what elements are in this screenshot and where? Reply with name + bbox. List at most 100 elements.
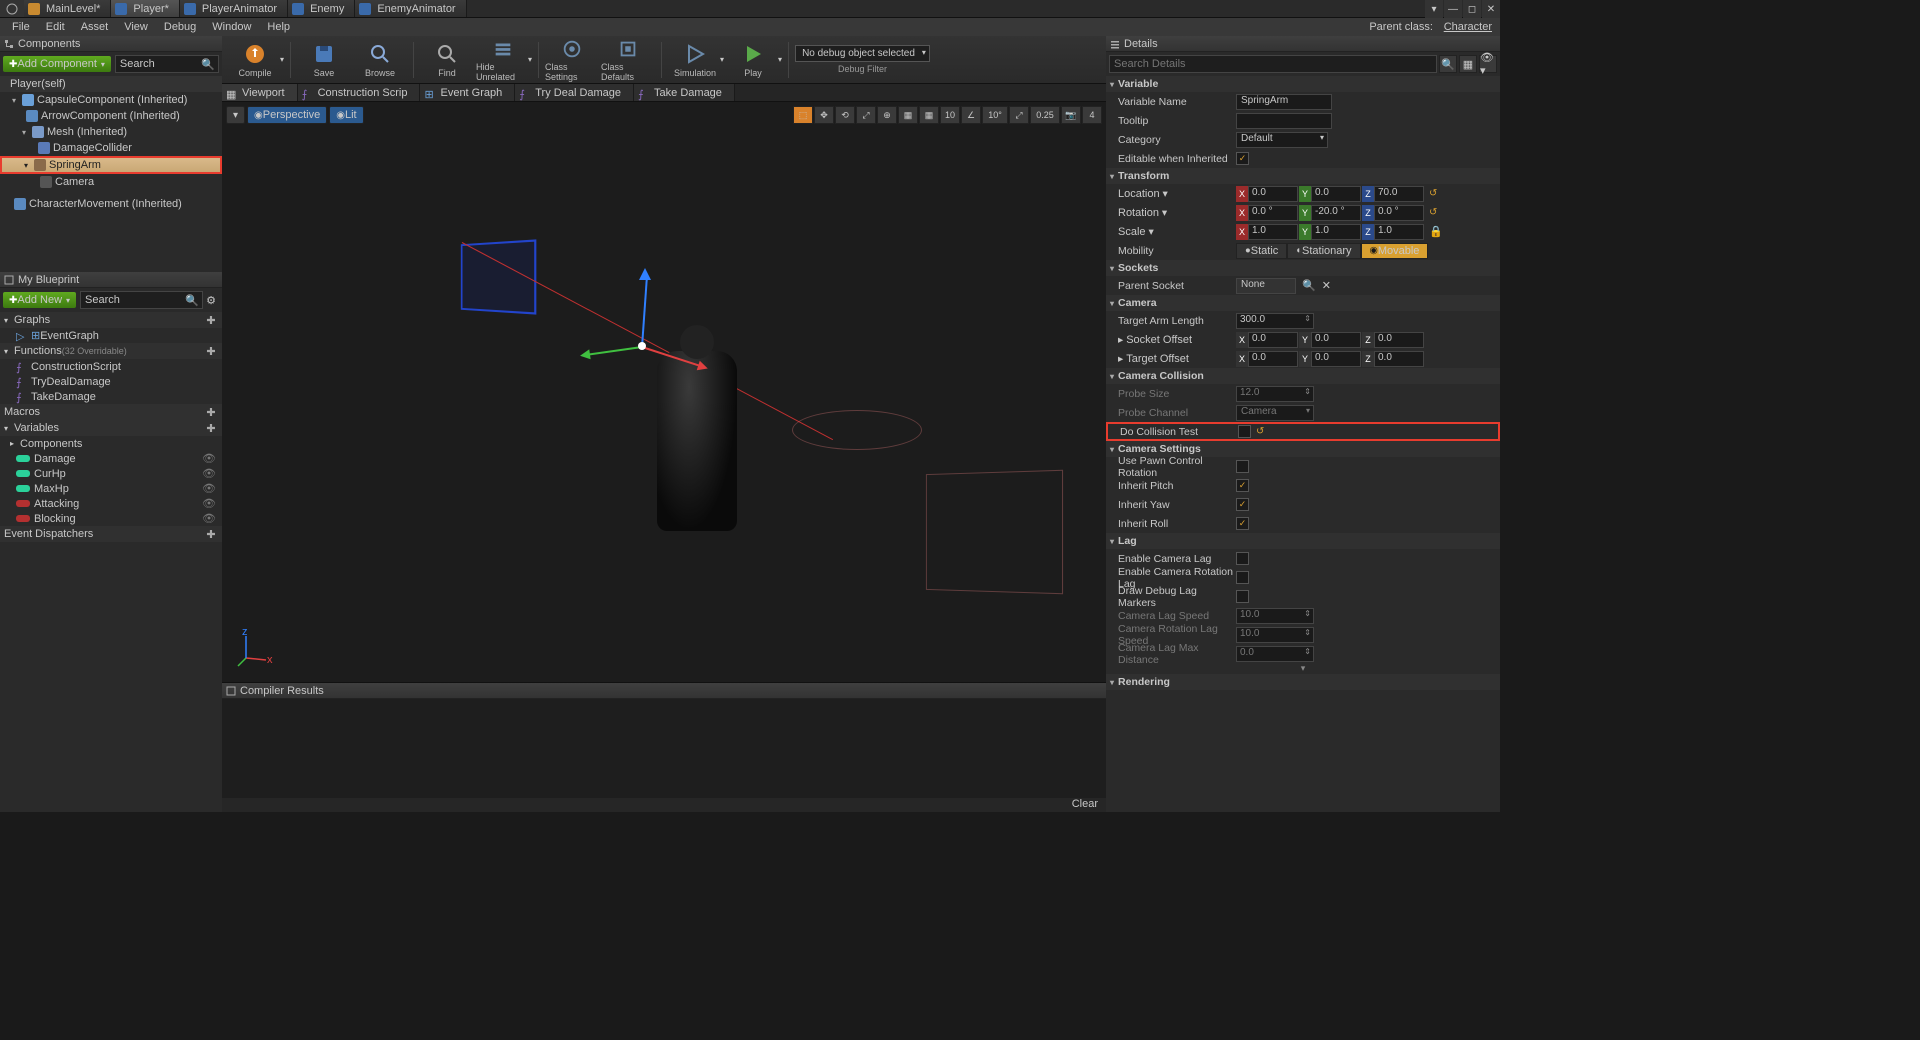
socket-offset-vector[interactable]: X0.0Y0.0Z0.0: [1236, 332, 1424, 348]
fn-constructionscript[interactable]: ⨍ConstructionScript: [0, 359, 222, 374]
window-close-icon[interactable]: ✕: [1482, 0, 1500, 18]
tab-trydealdamage[interactable]: ⨍Try Deal Damage: [515, 84, 634, 101]
editable-inherited-checkbox[interactable]: ✓: [1236, 152, 1249, 165]
camera-speed-icon[interactable]: 📷: [1061, 106, 1081, 124]
use-pawn-rotation-checkbox[interactable]: [1236, 460, 1249, 473]
eye-icon[interactable]: 👁: [202, 497, 216, 510]
angle-snap-icon[interactable]: ∠: [961, 106, 981, 124]
eye-icon[interactable]: 👁: [202, 512, 216, 525]
camera-speed-value[interactable]: 4: [1082, 106, 1102, 124]
compile-button[interactable]: Compile: [228, 38, 282, 82]
file-tab-player[interactable]: Player*: [111, 0, 179, 17]
add-dispatcher-icon[interactable]: ✚: [204, 528, 218, 541]
settings-icon[interactable]: ⚙: [203, 294, 219, 307]
var-components[interactable]: ▸Components: [0, 436, 222, 451]
section-variables[interactable]: ▾Variables✚: [0, 420, 222, 436]
component-springarm-selected[interactable]: ▾SpringArm: [0, 156, 222, 174]
window-maximize-icon[interactable]: ◻: [1463, 0, 1481, 18]
file-tab-enemyanimator[interactable]: EnemyAnimator: [355, 0, 466, 17]
var-curhp[interactable]: CurHp👁: [0, 466, 222, 481]
enable-camera-lag-checkbox[interactable]: [1236, 552, 1249, 565]
component-capsule[interactable]: ▾CapsuleComponent (Inherited): [0, 92, 222, 108]
browse-button[interactable]: Browse: [353, 38, 407, 82]
inherit-pitch-checkbox[interactable]: ✓: [1236, 479, 1249, 492]
do-collision-test-checkbox[interactable]: [1238, 425, 1251, 438]
components-search[interactable]: Search🔍: [115, 55, 219, 73]
menu-edit[interactable]: Edit: [38, 21, 73, 33]
search-icon[interactable]: 🔍: [1302, 279, 1316, 292]
debug-object-dropdown[interactable]: No debug object selected: [795, 45, 930, 62]
category-dropdown[interactable]: Default: [1236, 132, 1328, 148]
scroll-indicator-icon[interactable]: ▾: [1106, 663, 1500, 674]
details-search[interactable]: [1109, 55, 1437, 73]
component-camera[interactable]: Camera: [0, 174, 222, 190]
add-function-icon[interactable]: ✚: [204, 345, 218, 358]
section-sockets[interactable]: Sockets: [1106, 260, 1500, 276]
window-dropdown-icon[interactable]: ▾: [1425, 0, 1443, 18]
scale-snap-value[interactable]: 0.25: [1030, 106, 1060, 124]
scale-snap-icon[interactable]: ⤢: [1009, 106, 1029, 124]
component-charactermovement[interactable]: CharacterMovement (Inherited): [0, 196, 222, 212]
add-variable-icon[interactable]: ✚: [204, 422, 218, 435]
section-dispatchers[interactable]: Event Dispatchers✚: [0, 526, 222, 542]
menu-file[interactable]: File: [4, 21, 38, 33]
component-root[interactable]: Player(self): [0, 76, 222, 92]
section-variable[interactable]: Variable: [1106, 76, 1500, 92]
mobility-stationary[interactable]: ◐ Stationary: [1287, 243, 1360, 259]
lock-icon[interactable]: 🔒: [1429, 225, 1443, 238]
viewport-3d[interactable]: ▾ ◉ Perspective ◉ Lit ⬚ ✥ ⟲ ⤢ ⊕ ▦ ▦ 10 ∠…: [222, 102, 1106, 682]
eye-icon[interactable]: 👁: [202, 467, 216, 480]
scale-mode-icon[interactable]: ⤢: [856, 106, 876, 124]
mobility-movable[interactable]: ◉ Movable: [1361, 243, 1429, 259]
inherit-yaw-checkbox[interactable]: ✓: [1236, 498, 1249, 511]
search-icon[interactable]: 🔍: [1439, 55, 1457, 73]
mobility-static[interactable]: ● Static: [1236, 243, 1287, 259]
perspective-button[interactable]: ◉ Perspective: [247, 106, 327, 124]
graph-eventgraph[interactable]: ▷⊞ EventGraph: [0, 328, 222, 343]
reset-icon[interactable]: ↺: [1256, 426, 1268, 438]
fn-trydealdamage[interactable]: ⨍TryDealDamage: [0, 374, 222, 389]
target-arm-length-field[interactable]: 300.0: [1236, 313, 1314, 329]
file-tab-enemy[interactable]: Enemy: [288, 0, 355, 17]
location-vector[interactable]: X0.0Y0.0Z70.0: [1236, 186, 1424, 202]
add-graph-icon[interactable]: ✚: [204, 314, 218, 327]
translate-mode-icon[interactable]: ✥: [814, 106, 834, 124]
coord-space-icon[interactable]: ⊕: [877, 106, 897, 124]
var-maxhp[interactable]: MaxHp👁: [0, 481, 222, 496]
clear-log-button[interactable]: Clear: [1072, 798, 1098, 810]
var-attacking[interactable]: Attacking👁: [0, 496, 222, 511]
add-new-button[interactable]: Add New ▾: [3, 292, 76, 308]
hide-unrelated-button[interactable]: Hide Unrelated: [476, 38, 530, 82]
file-tab-mainlevel[interactable]: MainLevel*: [24, 0, 111, 17]
lit-button[interactable]: ◉ Lit: [329, 106, 363, 124]
simulation-button[interactable]: Simulation: [668, 38, 722, 82]
gizmo-y-axis[interactable]: [586, 346, 642, 356]
class-defaults-button[interactable]: Class Defaults: [601, 38, 655, 82]
tab-eventgraph[interactable]: ⊞Event Graph: [420, 84, 515, 101]
file-tab-playeranimator[interactable]: PlayerAnimator: [180, 0, 288, 17]
play-button[interactable]: Play: [726, 38, 780, 82]
add-component-button[interactable]: Add Component ▾: [3, 56, 111, 72]
section-lag[interactable]: Lag: [1106, 533, 1500, 549]
section-transform[interactable]: Transform: [1106, 168, 1500, 184]
component-damagecollider[interactable]: DamageCollider: [0, 140, 222, 156]
tab-takedamage[interactable]: ⨍Take Damage: [634, 84, 735, 101]
window-minimize-icon[interactable]: —: [1444, 0, 1462, 18]
target-offset-vector[interactable]: X0.0Y0.0Z0.0: [1236, 351, 1424, 367]
property-matrix-icon[interactable]: ▦: [1459, 55, 1477, 73]
var-damage[interactable]: Damage👁: [0, 451, 222, 466]
menu-window[interactable]: Window: [204, 21, 259, 33]
reset-icon[interactable]: ↺: [1429, 207, 1441, 219]
rotation-vector[interactable]: X0.0 °Y-20.0 °Z0.0 °: [1236, 205, 1424, 221]
viewport-menu-button[interactable]: ▾: [226, 106, 245, 124]
clear-icon[interactable]: ✕: [1322, 279, 1331, 292]
component-arrow[interactable]: ArrowComponent (Inherited): [0, 108, 222, 124]
reset-icon[interactable]: ↺: [1429, 188, 1441, 200]
section-rendering[interactable]: Rendering: [1106, 674, 1500, 690]
visibility-icon[interactable]: 👁▾: [1479, 55, 1497, 73]
menu-debug[interactable]: Debug: [156, 21, 204, 33]
menu-asset[interactable]: Asset: [73, 21, 117, 33]
save-button[interactable]: Save: [297, 38, 351, 82]
inherit-roll-checkbox[interactable]: ✓: [1236, 517, 1249, 530]
var-blocking[interactable]: Blocking👁: [0, 511, 222, 526]
